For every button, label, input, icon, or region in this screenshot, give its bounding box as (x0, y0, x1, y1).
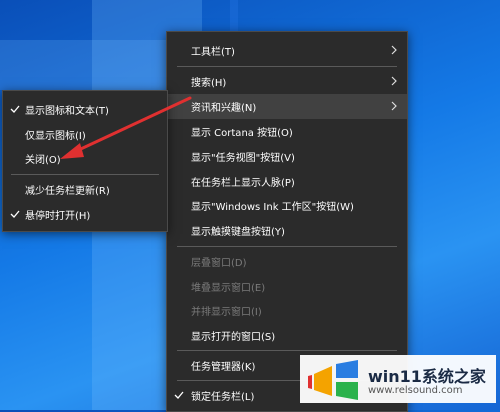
watermark-url: www.relsound.com (368, 385, 463, 396)
watermark-title: win11系统之家 (368, 367, 486, 386)
windows-logo-icon (308, 360, 358, 400)
annotation-arrow (60, 96, 192, 159)
watermark: win11系统之家 www.relsound.com (300, 355, 496, 403)
